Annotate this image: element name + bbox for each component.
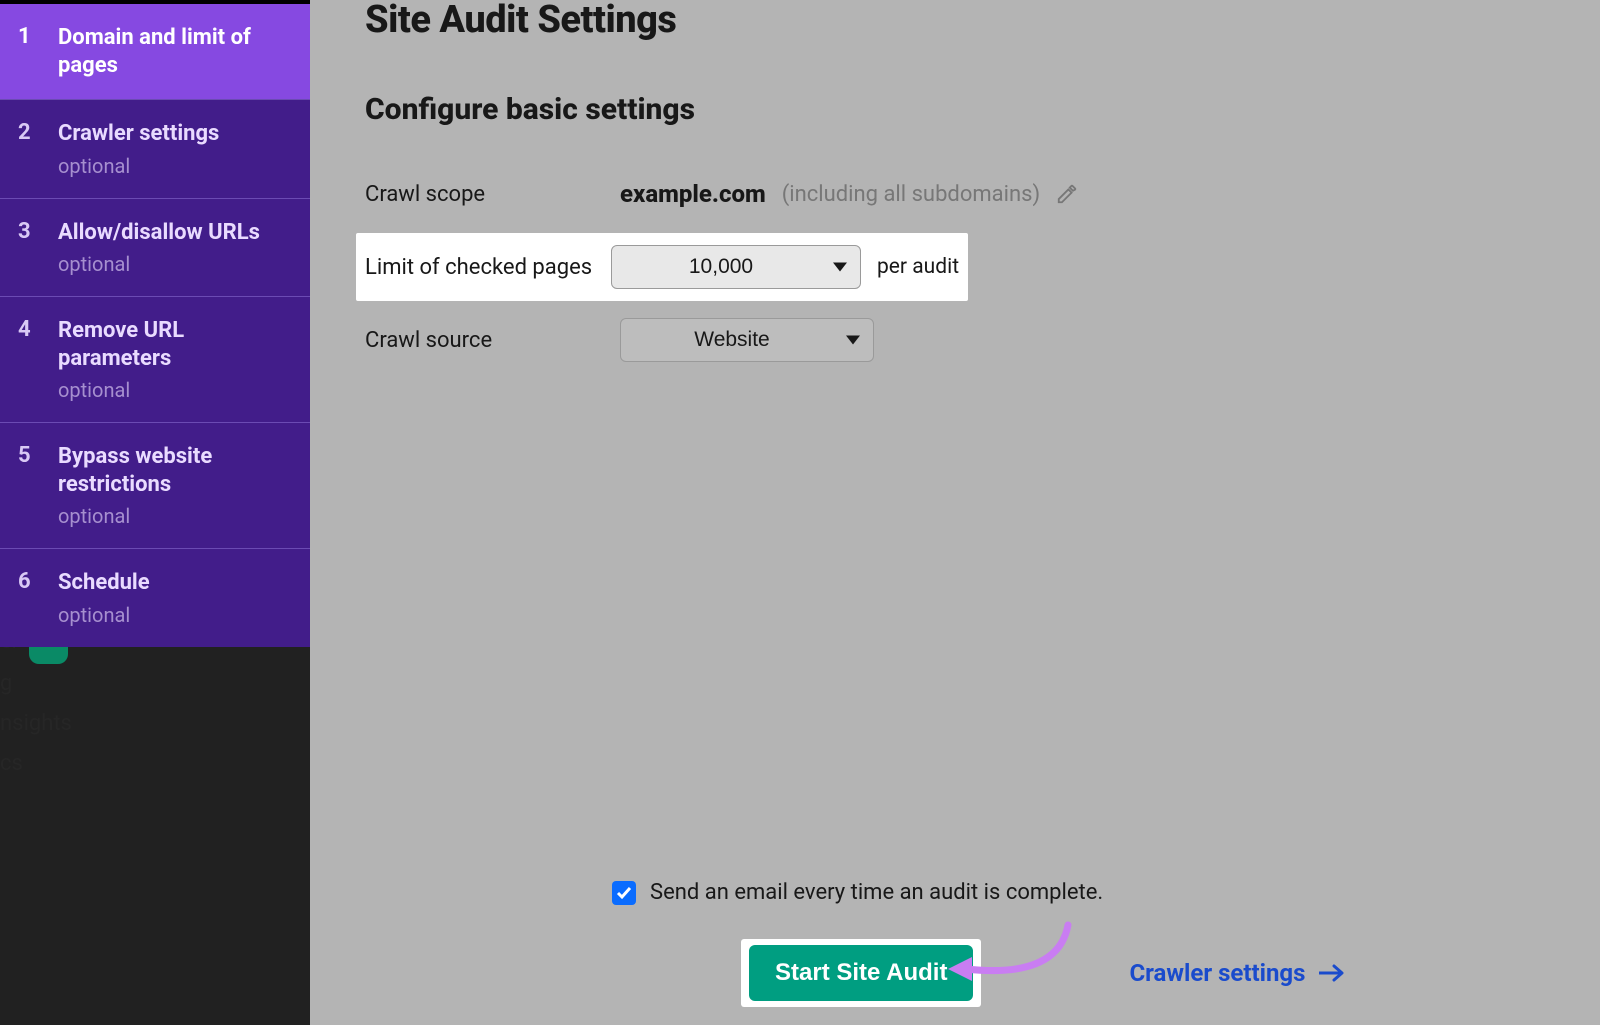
crawl-source-label: Crawl source bbox=[365, 328, 620, 353]
step-number: 5 bbox=[18, 443, 58, 528]
crawl-scope-row: Crawl scope example.com (including all s… bbox=[365, 171, 1600, 217]
crawl-domain-value: example.com bbox=[620, 180, 766, 208]
arrow-right-icon bbox=[1319, 964, 1345, 982]
next-link-label: Crawler settings bbox=[1129, 959, 1305, 987]
bg-nav-item: nsights bbox=[0, 704, 180, 744]
per-audit-text: per audit bbox=[877, 255, 959, 279]
step-label: Domain and limit of pages bbox=[58, 24, 290, 79]
bg-nav-item: cs bbox=[0, 744, 180, 784]
pencil-icon[interactable] bbox=[1056, 183, 1078, 205]
footer: Send an email every time an audit is com… bbox=[310, 880, 1600, 1007]
step-number: 2 bbox=[18, 120, 58, 178]
step-schedule[interactable]: 6 Schedule optional bbox=[0, 548, 310, 647]
step-allow-disallow[interactable]: 3 Allow/disallow URLs optional bbox=[0, 198, 310, 297]
start-site-audit-button[interactable]: Start Site Audit bbox=[749, 945, 973, 1001]
step-label: Schedule bbox=[58, 569, 290, 597]
step-bypass-restrictions[interactable]: 5 Bypass website restrictions optional bbox=[0, 422, 310, 548]
step-label: Allow/disallow URLs bbox=[58, 219, 290, 247]
section-heading: Configure basic settings bbox=[365, 92, 1600, 127]
step-optional: optional bbox=[58, 378, 290, 402]
limit-label: Limit of checked pages bbox=[365, 255, 611, 280]
settings-form: Crawl scope example.com (including all s… bbox=[365, 171, 1600, 363]
step-label: Remove URL parameters bbox=[58, 317, 290, 372]
step-number: 4 bbox=[18, 317, 58, 402]
step-optional: optional bbox=[58, 603, 290, 627]
crawl-scope-label: Crawl scope bbox=[365, 182, 620, 207]
step-label: Crawler settings bbox=[58, 120, 290, 148]
email-checkbox-row: Send an email every time an audit is com… bbox=[612, 880, 1600, 905]
step-number: 3 bbox=[18, 219, 58, 277]
bg-nav-item: g bbox=[0, 664, 180, 704]
limit-select[interactable]: 10,000 bbox=[611, 245, 861, 289]
step-optional: optional bbox=[58, 252, 290, 276]
step-number: 1 bbox=[18, 24, 58, 79]
limit-row: Limit of checked pages 10,000 per audit bbox=[356, 233, 968, 301]
crawler-settings-link[interactable]: Crawler settings bbox=[1129, 959, 1345, 987]
step-crawler-settings[interactable]: 2 Crawler settings optional bbox=[0, 99, 310, 198]
crawl-source-row: Crawl source Website bbox=[365, 317, 1600, 363]
crawl-subdomains-hint: (including all subdomains) bbox=[782, 182, 1040, 207]
crawl-source-select[interactable]: Website bbox=[620, 318, 874, 362]
step-remove-url-params[interactable]: 4 Remove URL parameters optional bbox=[0, 296, 310, 422]
step-number: 6 bbox=[18, 569, 58, 627]
step-domain-limit[interactable]: 1 Domain and limit of pages bbox=[0, 4, 310, 99]
main-panel: Site Audit Settings Configure basic sett… bbox=[310, 0, 1600, 1025]
step-optional: optional bbox=[58, 504, 290, 528]
email-checkbox-label: Send an email every time an audit is com… bbox=[650, 880, 1103, 905]
action-row: Start Site Audit Crawler settings bbox=[612, 939, 1600, 1007]
step-label: Bypass website restrictions bbox=[58, 443, 290, 498]
wizard-sidebar: 1 Domain and limit of pages 2 Crawler se… bbox=[0, 0, 310, 647]
email-checkbox[interactable] bbox=[612, 881, 636, 905]
page-title: Site Audit Settings bbox=[365, 0, 1600, 42]
start-button-highlight: Start Site Audit bbox=[741, 939, 981, 1007]
step-optional: optional bbox=[58, 154, 290, 178]
